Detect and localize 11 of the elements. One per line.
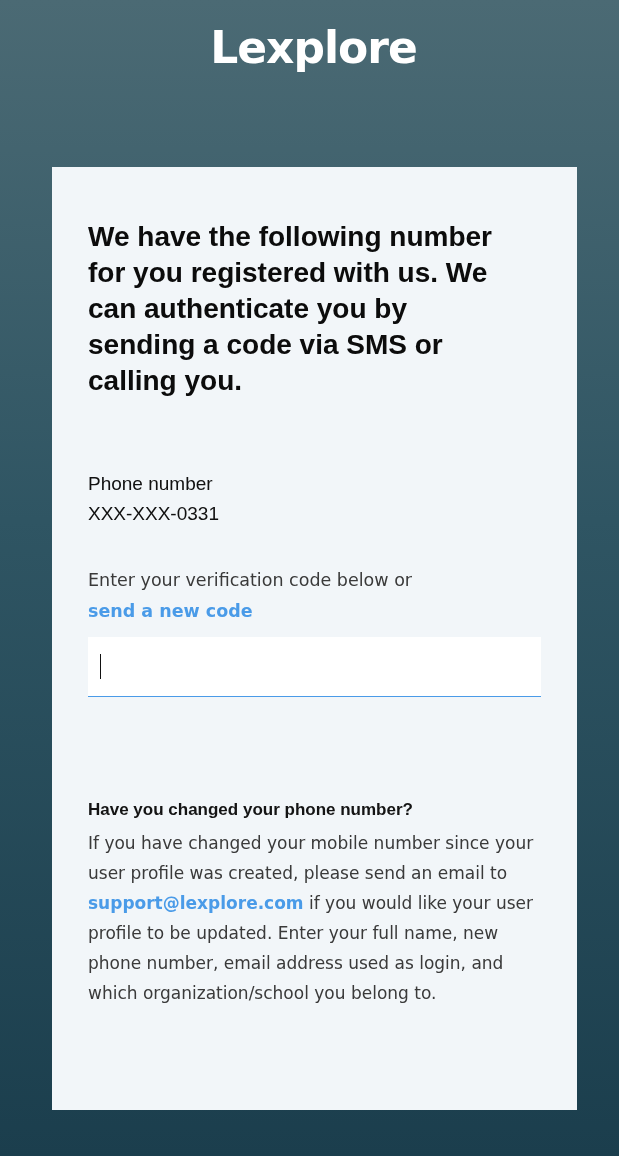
code-input-field[interactable] xyxy=(88,637,541,697)
phone-value: XXX-XXX-0331 xyxy=(88,502,220,526)
heading: We have the following number for you registered with us. We can authenticate you by sending a code via SMS or calling you. xyxy=(88,220,493,398)
help-paragraph: If you have changed your mobile number since your user profile was created, please send an email to support@lexplore.com if you would like your user profile to be updated. Enter your full name, new phone number, email address used as login, and which organization/school you belong to. xyxy=(88,832,535,1005)
phone-label: Phone number xyxy=(88,472,214,496)
send-new-code-link[interactable]: send a new code xyxy=(88,601,253,621)
brand-logo: Lexplore xyxy=(210,21,417,75)
support-email-link[interactable]: support@lexplore.com xyxy=(88,893,304,913)
text-cursor-icon xyxy=(100,654,101,679)
help-title: Have you changed your phone number? xyxy=(88,799,414,821)
verification-prompt: Enter your verification code below or send a new code xyxy=(88,569,414,623)
